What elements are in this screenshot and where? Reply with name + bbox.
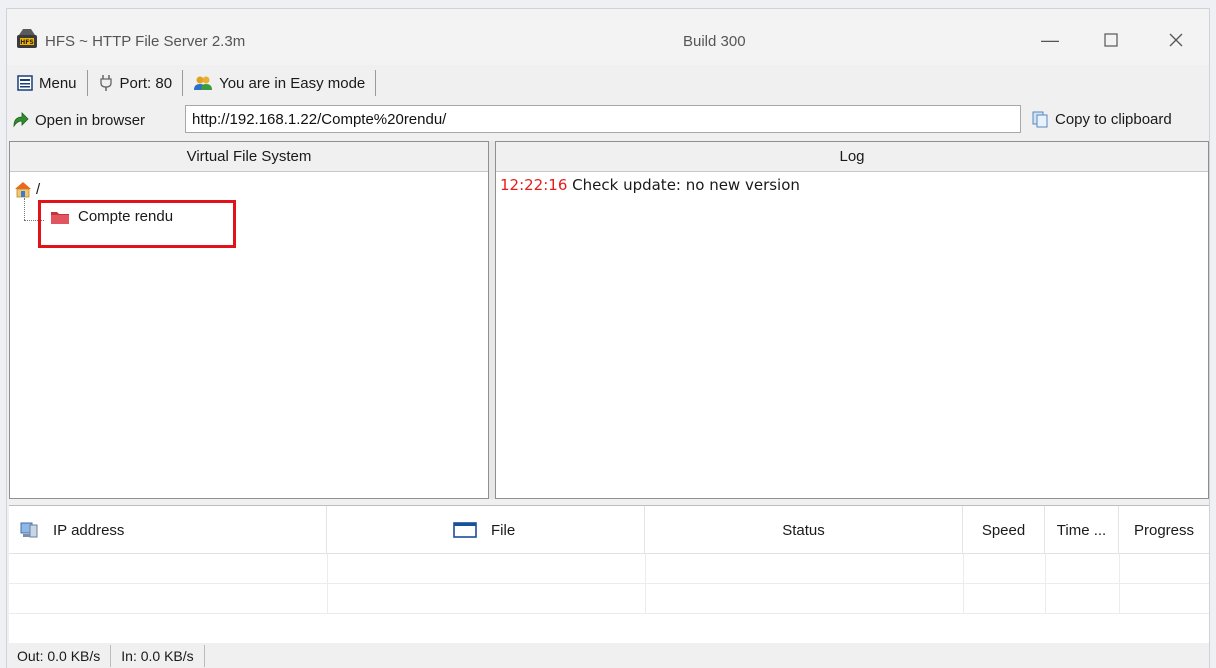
port-label: Port: 80	[119, 74, 173, 92]
connection-row	[9, 554, 1209, 584]
row-divider	[1119, 554, 1120, 584]
row-divider	[1119, 584, 1120, 614]
row-divider	[963, 554, 964, 584]
column-speed[interactable]: Speed	[963, 506, 1045, 554]
column-file[interactable]: File	[327, 506, 645, 554]
column-time[interactable]: Time ...	[1045, 506, 1119, 554]
build-label: Build 300	[683, 33, 746, 50]
open-in-browser-label: Open in browser	[35, 111, 146, 129]
status-bar: Out: 0.0 KB/s In: 0.0 KB/s	[7, 643, 1209, 668]
folder-icon	[51, 211, 69, 224]
log-header: Log	[496, 142, 1208, 172]
log-panel: Log 12:22:16 Check update: no new versio…	[495, 141, 1209, 499]
column-status-label: Status	[782, 521, 825, 539]
connection-row	[9, 584, 1209, 614]
vfs-header: Virtual File System	[10, 142, 488, 172]
url-bar: Open in browser Copy to clipboard	[7, 101, 1209, 139]
column-status[interactable]: Status	[645, 506, 963, 554]
toolbar: Menu Port: 80 You are in Easy mode	[7, 65, 1209, 101]
vfs-tree[interactable]: / Compte rendu	[10, 172, 488, 498]
minimize-button[interactable]: —	[1027, 25, 1073, 55]
log-entry: 12:22:16 Check update: no new version	[500, 176, 800, 194]
tree-connector	[24, 198, 25, 220]
menu-label: Menu	[39, 74, 77, 92]
toolbar-separator	[182, 70, 184, 96]
row-divider	[645, 584, 646, 614]
maximize-icon	[1104, 33, 1118, 47]
port-button[interactable]: Port: 80	[92, 68, 179, 98]
copy-to-clipboard-button[interactable]: Copy to clipboard	[1027, 105, 1176, 133]
virtual-file-system-panel: Virtual File System / Compte rendu	[9, 141, 489, 499]
mode-button[interactable]: You are in Easy mode	[187, 68, 371, 98]
mode-label: You are in Easy mode	[219, 74, 366, 92]
row-divider	[645, 554, 646, 584]
window-icon	[453, 522, 477, 538]
row-divider	[1045, 554, 1046, 584]
column-ip-address[interactable]: IP address	[9, 506, 327, 554]
close-button[interactable]	[1153, 25, 1199, 55]
open-browser-arrow-icon	[13, 112, 29, 128]
toolbar-separator	[375, 70, 377, 96]
tree-root-item[interactable]: /	[14, 180, 40, 198]
url-field[interactable]	[185, 105, 1021, 133]
copy-to-clipboard-label: Copy to clipboard	[1055, 110, 1172, 128]
tree-folder-item[interactable]: Compte rendu	[50, 208, 173, 225]
home-icon	[15, 182, 31, 198]
toolbar-separator	[86, 70, 88, 96]
row-divider	[327, 584, 328, 614]
log-body[interactable]: 12:22:16 Check update: no new version	[496, 172, 1208, 498]
open-in-browser-button[interactable]: Open in browser	[7, 105, 149, 135]
column-file-label: File	[491, 521, 516, 539]
column-progress[interactable]: Progress	[1119, 506, 1209, 554]
computer-icon	[20, 522, 38, 538]
folder-label: Compte rendu	[78, 208, 174, 225]
row-divider	[963, 584, 964, 614]
row-divider	[1045, 584, 1046, 614]
column-progress-label: Progress	[1133, 521, 1195, 539]
menu-button[interactable]: Menu	[11, 68, 83, 98]
users-icon	[194, 76, 213, 90]
connections-header: IP address File Status Speed Time ... Pr…	[9, 506, 1209, 554]
status-in-speed: In: 0.0 KB/s	[111, 645, 205, 667]
tree-connector	[24, 220, 44, 221]
menu-icon	[17, 75, 33, 91]
hfs-app-icon: HFS	[17, 29, 37, 48]
svg-text:HFS: HFS	[20, 39, 33, 46]
clipboard-icon	[1032, 111, 1048, 128]
title-bar: HFS HFS ~ HTTP File Server 2.3m Build 30…	[7, 9, 1209, 65]
row-divider	[327, 554, 328, 584]
column-time-label: Time ...	[1056, 521, 1107, 539]
close-icon	[1169, 33, 1183, 47]
window-title: HFS ~ HTTP File Server 2.3m	[45, 33, 246, 50]
maximize-button[interactable]	[1088, 25, 1134, 55]
column-speed-label: Speed	[981, 521, 1026, 539]
plug-icon	[99, 75, 112, 91]
status-out-speed: Out: 0.0 KB/s	[7, 645, 112, 667]
hfs-window: HFS HFS ~ HTTP File Server 2.3m Build 30…	[6, 8, 1210, 668]
connections-list[interactable]: IP address File Status Speed Time ... Pr…	[9, 505, 1209, 643]
minimize-icon: —	[1041, 29, 1059, 50]
log-entry-message: Check update: no new version	[572, 176, 800, 194]
log-entry-time: 12:22:16	[500, 176, 568, 194]
column-ip-label: IP address	[53, 521, 125, 539]
tree-root-label: /	[36, 180, 41, 198]
